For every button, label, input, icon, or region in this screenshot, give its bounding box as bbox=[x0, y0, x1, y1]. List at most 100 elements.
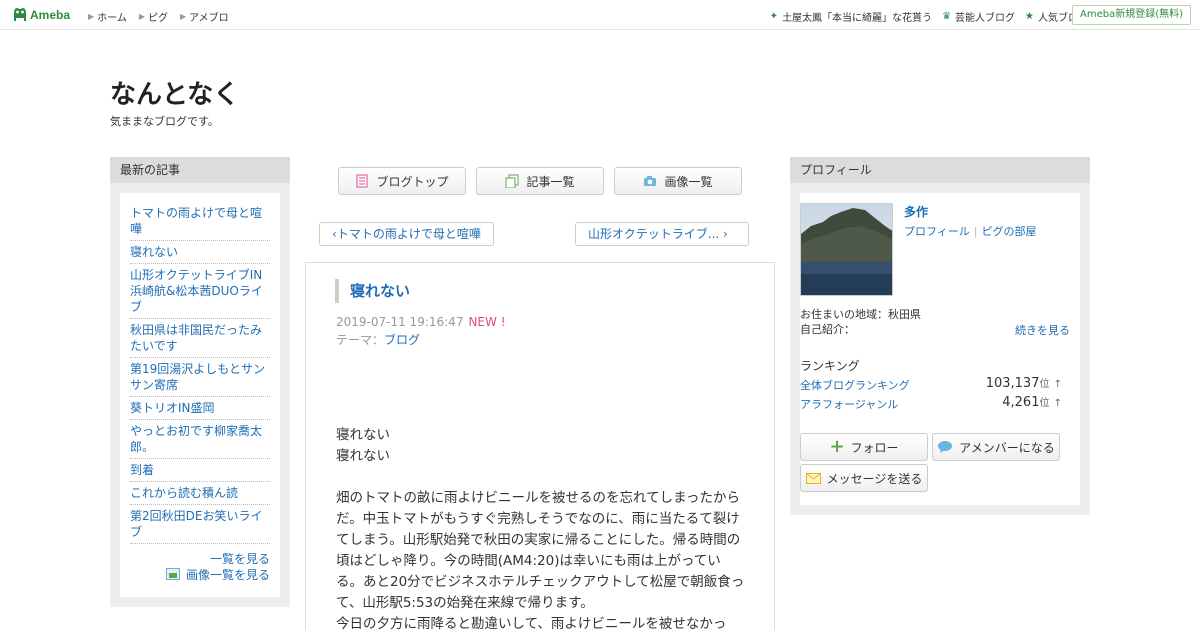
article-body: 寝れない 寝れない 畑のトマトの畝に雨よけビニールを被せるのを忘れてしまったから… bbox=[336, 425, 746, 630]
cliff-landscape-image bbox=[801, 204, 892, 295]
article-theme: テーマ：ブログ bbox=[336, 331, 420, 348]
ranking-heading: ランキング bbox=[800, 359, 860, 373]
image-icon bbox=[165, 568, 180, 580]
trending-news-link[interactable]: ✦ 土屋太鳳「本当に綺麗」な花貰う bbox=[770, 9, 932, 24]
article-paragraph: 寝れない bbox=[336, 448, 390, 464]
document-icon bbox=[356, 174, 368, 188]
recent-entry-link[interactable]: 葵トリオIN盛岡 bbox=[130, 401, 215, 415]
list-item: 葵トリオIN盛岡 bbox=[130, 397, 270, 420]
copy-icon bbox=[505, 174, 519, 188]
follow-button[interactable]: + フォロー bbox=[800, 433, 928, 461]
profile-info: お住まいの地域：秋田県 自己紹介： bbox=[800, 307, 921, 337]
recent-entry-link[interactable]: トマトの雨よけで母と喧嘩 bbox=[130, 206, 262, 236]
profile-box: 多作 プロフィール | ピグの部屋 お住まいの地域：秋田県 自己紹介： 続きを見る … bbox=[800, 193, 1080, 505]
profile-link[interactable]: プロフィール bbox=[904, 225, 970, 238]
send-message-button[interactable]: メッセージを送る bbox=[800, 464, 928, 492]
profile-intro-label: 自己紹介： bbox=[800, 323, 855, 336]
list-item: 第19回湯沢よしもとサンサン寄席 bbox=[130, 358, 270, 397]
recent-entries-box: トマトの雨よけで母と喧嘩 寝れない 山形オクテットライブIN浜崎航&松本茜DUO… bbox=[120, 193, 280, 597]
amember-label: アメンバーになる bbox=[959, 440, 1055, 455]
recent-entry-link[interactable]: やっとお初です柳家喬太郎。 bbox=[130, 424, 262, 454]
celebrity-blog-label: 芸能人ブログ bbox=[955, 13, 1016, 24]
ranking-unit: 位 bbox=[1039, 398, 1050, 409]
see-images-link[interactable]: 画像一覧を見る bbox=[186, 568, 270, 582]
ranking-value: 4,261位 ↑ bbox=[1002, 394, 1062, 410]
blog-nav-buttons: ブログトップ 記事一覧 画像一覧 bbox=[338, 167, 752, 195]
blog-description: 気ままなブログです。 bbox=[110, 115, 219, 128]
nav-pig[interactable]: ▶ ピグ bbox=[139, 9, 168, 24]
pig-room-link[interactable]: ピグの部屋 bbox=[982, 225, 1037, 238]
chevron-right-icon: ▶ bbox=[180, 12, 187, 21]
register-button[interactable]: Ameba新規登録(無料) bbox=[1071, 5, 1191, 25]
article-paragraph: 寝れない bbox=[336, 427, 390, 443]
link-separator: | bbox=[973, 225, 978, 238]
speech-bubble-icon bbox=[938, 441, 953, 453]
article-paragraph: 畑のトマトの畝に雨よけビニールを被せるのを忘れてしまったからだ。中玉トマトがもう… bbox=[336, 490, 745, 611]
recent-entry-link[interactable]: 秋田県は非国民だったみたいです bbox=[130, 323, 262, 353]
arrow-up-icon: ↑ bbox=[1053, 379, 1062, 390]
header-right-links: ✦ 土屋太鳳「本当に綺麗」な花貰う ♛ 芸能人ブログ ★ 人気ブログ bbox=[760, 9, 1088, 24]
image-list-label: 画像一覧 bbox=[664, 174, 713, 189]
amember-button[interactable]: アメンバーになる bbox=[932, 433, 1060, 461]
recent-entry-link[interactable]: これから読む積ん読 bbox=[130, 486, 238, 500]
article-paragraph: 今日の夕方に雨降ると勘違いして、雨よけビニールを被せなかっ bbox=[336, 616, 727, 630]
recent-entries-panel: 最新の記事 トマトの雨よけで母と喧嘩 寝れない 山形オクテットライブIN浜崎航&… bbox=[110, 157, 290, 607]
entry-list-button[interactable]: 記事一覧 bbox=[476, 167, 604, 195]
ranking-unit: 位 bbox=[1039, 379, 1050, 390]
sidebar-links: 一覧を見る 画像一覧を見る bbox=[165, 551, 270, 583]
ranking-value: 103,137位 ↑ bbox=[986, 375, 1062, 391]
celebrity-blog-link[interactable]: ♛ 芸能人ブログ bbox=[942, 9, 1015, 24]
theme-link[interactable]: ブログ bbox=[384, 333, 420, 347]
nav-ameblo[interactable]: ▶ アメブロ bbox=[180, 9, 229, 24]
recent-entries-heading: 最新の記事 bbox=[110, 157, 290, 183]
frog-icon bbox=[14, 8, 26, 21]
chevron-right-icon: ▶ bbox=[138, 12, 146, 21]
profile-image[interactable] bbox=[800, 203, 893, 296]
star-icon: ★ bbox=[1025, 11, 1034, 22]
list-item: 秋田県は非国民だったみたいです bbox=[130, 319, 270, 358]
recent-entry-link[interactable]: 第19回湯沢よしもとサンサン寄席 bbox=[130, 362, 265, 392]
nav-home[interactable]: ▶ ホーム bbox=[88, 9, 127, 24]
ranking-number: 103,137 bbox=[985, 376, 1040, 391]
profile-panel: プロフィール 多作 プロフィール | ピグの部屋 お住まいの地域：秋田県 自己紹介：… bbox=[790, 157, 1090, 515]
recent-entry-link[interactable]: 到着 bbox=[130, 463, 154, 477]
recent-entry-link[interactable]: 山形オクテットライブIN浜崎航&松本茜DUOライブ bbox=[130, 268, 263, 314]
camera-icon bbox=[644, 176, 657, 186]
list-item: 第2回秋田DEお笑いライブ bbox=[130, 505, 270, 544]
chevron-right-icon: ▶ bbox=[88, 12, 95, 21]
global-header: Ameba ▶ ホーム ▶ ピグ ▶ アメブロ ✦ 土屋太鳳「本当に綺麗」な花貰う ♛ 芸… bbox=[0, 0, 1200, 30]
ranking-label[interactable]: 全体ブログランキング bbox=[800, 379, 910, 392]
profile-name[interactable]: 多作 bbox=[904, 203, 928, 220]
recent-entry-link[interactable]: 第2回秋田DEお笑いライブ bbox=[130, 509, 262, 539]
ranking-label[interactable]: アラフォージャンル bbox=[800, 398, 898, 411]
ameba-logo[interactable]: Ameba bbox=[13, 6, 70, 24]
see-all-entries-link[interactable]: 一覧を見る bbox=[210, 552, 270, 566]
next-entry-button[interactable]: 山形オクテットライブ... › bbox=[575, 222, 749, 246]
profile-links: プロフィール | ピグの部屋 bbox=[904, 223, 1037, 239]
nav-pig-label: ピグ bbox=[148, 13, 169, 24]
ranking-number: 4,261 bbox=[1002, 395, 1040, 410]
recent-entries-list: トマトの雨よけで母と喧嘩 寝れない 山形オクテットライブIN浜崎航&松本茜DUO… bbox=[130, 202, 270, 544]
prev-entry-button[interactable]: ‹トマトの雨よけで母と喧嘩 bbox=[319, 222, 494, 246]
nav-home-label: ホーム bbox=[97, 13, 127, 24]
recent-entry-link[interactable]: 寝れない bbox=[130, 245, 178, 259]
list-item: 到着 bbox=[130, 459, 270, 482]
blog-top-button[interactable]: ブログトップ bbox=[338, 167, 466, 195]
trending-news-label: 土屋太鳳「本当に綺麗」な花貰う bbox=[782, 13, 933, 24]
next-entry-label: 山形オクテットライブ... bbox=[588, 227, 720, 241]
ranking-row: アラフォージャンル 4,261位 ↑ bbox=[800, 394, 1062, 412]
blog-top-label: ブログトップ bbox=[376, 174, 449, 189]
profile-residence: お住まいの地域：秋田県 bbox=[800, 308, 921, 321]
list-item: 山形オクテットライブIN浜崎航&松本茜DUOライブ bbox=[130, 264, 270, 319]
send-message-label: メッセージを送る bbox=[826, 471, 923, 486]
article-title[interactable]: 寝れない bbox=[335, 279, 410, 303]
ranking-row: 全体ブログランキング 103,137位 ↑ bbox=[800, 375, 1062, 393]
nav-ameblo-label: アメブロ bbox=[189, 13, 229, 24]
envelope-icon bbox=[805, 472, 821, 484]
image-list-button[interactable]: 画像一覧 bbox=[614, 167, 742, 195]
read-more-link[interactable]: 続きを見る bbox=[1015, 322, 1070, 338]
blog-title[interactable]: なんとなく bbox=[110, 74, 239, 111]
follow-label: フォロー bbox=[850, 440, 899, 455]
list-item: これから読む積ん読 bbox=[130, 482, 270, 505]
